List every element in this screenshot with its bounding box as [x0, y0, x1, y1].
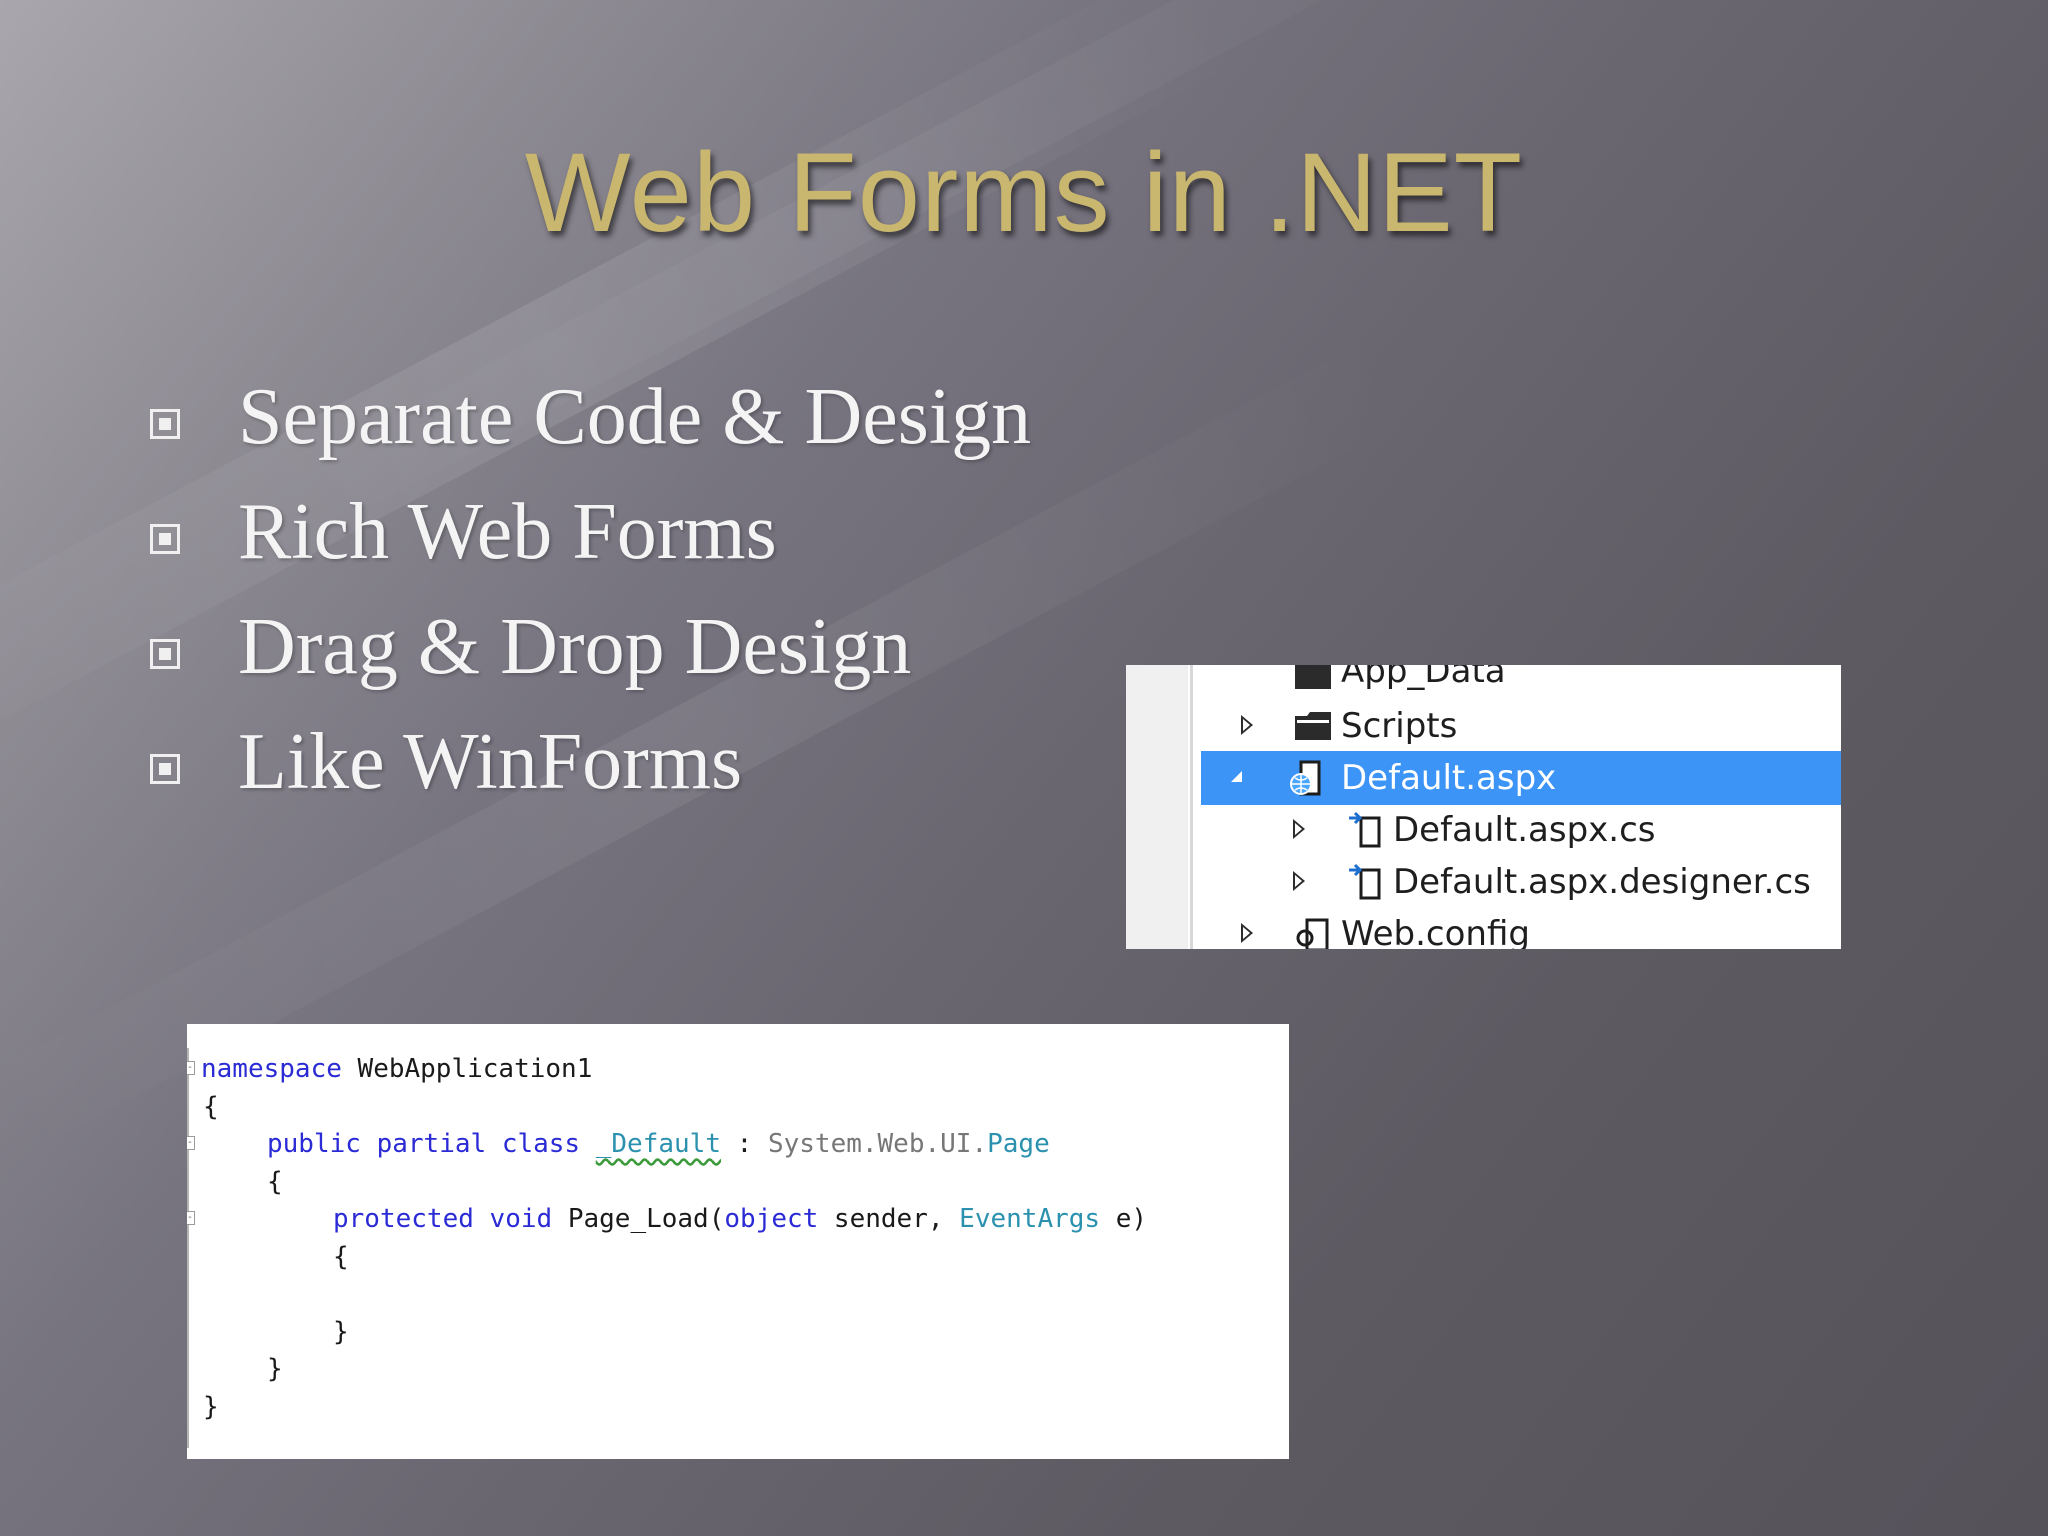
bullet-item: Rich Web Forms: [150, 475, 1031, 590]
web-form-icon: [1290, 760, 1321, 796]
code-line: }: [333, 1317, 349, 1347]
tree-item-label: Default.aspx: [1341, 758, 1557, 798]
folder-icon: [1295, 665, 1331, 689]
tree-item-default-aspx[interactable]: Default.aspx: [1201, 751, 1841, 805]
collapse-region-icon: -: [187, 1061, 195, 1075]
code-line: {: [333, 1242, 349, 1272]
code-line: protected void Page_Load(object sender, …: [333, 1204, 1148, 1234]
square-bullet-icon: [150, 408, 180, 439]
code-line: }: [267, 1354, 283, 1384]
collapse-arrow-icon[interactable]: [1231, 771, 1249, 793]
tree-item-web-config[interactable]: Web.config: [1201, 907, 1841, 949]
tree-item-app-data[interactable]: App_Data: [1201, 665, 1841, 699]
bullet-item: Drag & Drop Design: [150, 590, 1031, 705]
expand-arrow-icon[interactable]: [1293, 871, 1311, 893]
tree-item-label: Default.aspx.designer.cs: [1393, 862, 1811, 902]
bullet-list: Separate Code & Design Rich Web Forms Dr…: [150, 360, 1031, 820]
expand-arrow-icon[interactable]: [1241, 715, 1259, 737]
code-file-icon: [1349, 811, 1381, 848]
tree-item-label: Default.aspx.cs: [1393, 810, 1656, 850]
bullet-text: Rich Web Forms: [238, 488, 777, 576]
code-snippet-screenshot: - - - namespace WebApplication1 { public…: [187, 1024, 1289, 1459]
square-bullet-icon: [150, 638, 180, 669]
code-line: {: [203, 1092, 219, 1122]
tree-item-label: App_Data: [1341, 665, 1506, 691]
expand-arrow-icon[interactable]: [1241, 923, 1259, 945]
solution-explorer-screenshot: App_Data Scripts Default.aspx Default.as…: [1126, 665, 1841, 949]
folder-icon: [1295, 712, 1331, 740]
collapse-region-icon: -: [187, 1211, 195, 1225]
tree-item-default-aspx-cs[interactable]: Default.aspx.cs: [1201, 803, 1841, 857]
code-outline-margin: [187, 1048, 197, 1448]
tree-item-default-aspx-designer-cs[interactable]: Default.aspx.designer.cs: [1201, 855, 1841, 909]
tree-item-label: Scripts: [1341, 706, 1458, 746]
collapse-region-icon: -: [187, 1136, 195, 1150]
config-file-icon: [1296, 918, 1329, 949]
square-bullet-icon: [150, 523, 180, 554]
bullet-item: Like WinForms: [150, 705, 1031, 820]
explorer-gutter: [1126, 665, 1188, 949]
square-bullet-icon: [150, 753, 180, 784]
code-file-icon: [1349, 863, 1381, 900]
code-line: public partial class _Default : System.W…: [267, 1129, 1050, 1159]
code-line: namespace WebApplication1: [201, 1054, 593, 1084]
code-line: }: [203, 1392, 219, 1422]
code-line: {: [267, 1167, 283, 1197]
bullet-text: Drag & Drop Design: [238, 603, 912, 691]
bullet-item: Separate Code & Design: [150, 360, 1031, 475]
bullet-text: Separate Code & Design: [238, 373, 1032, 461]
explorer-divider: [1190, 665, 1193, 949]
bullet-text: Like WinForms: [238, 718, 743, 806]
tree-item-label: Web.config: [1341, 914, 1530, 949]
tree-item-scripts[interactable]: Scripts: [1201, 699, 1841, 753]
slide-title: Web Forms in .NET: [524, 130, 1524, 255]
expand-arrow-icon[interactable]: [1293, 819, 1311, 841]
